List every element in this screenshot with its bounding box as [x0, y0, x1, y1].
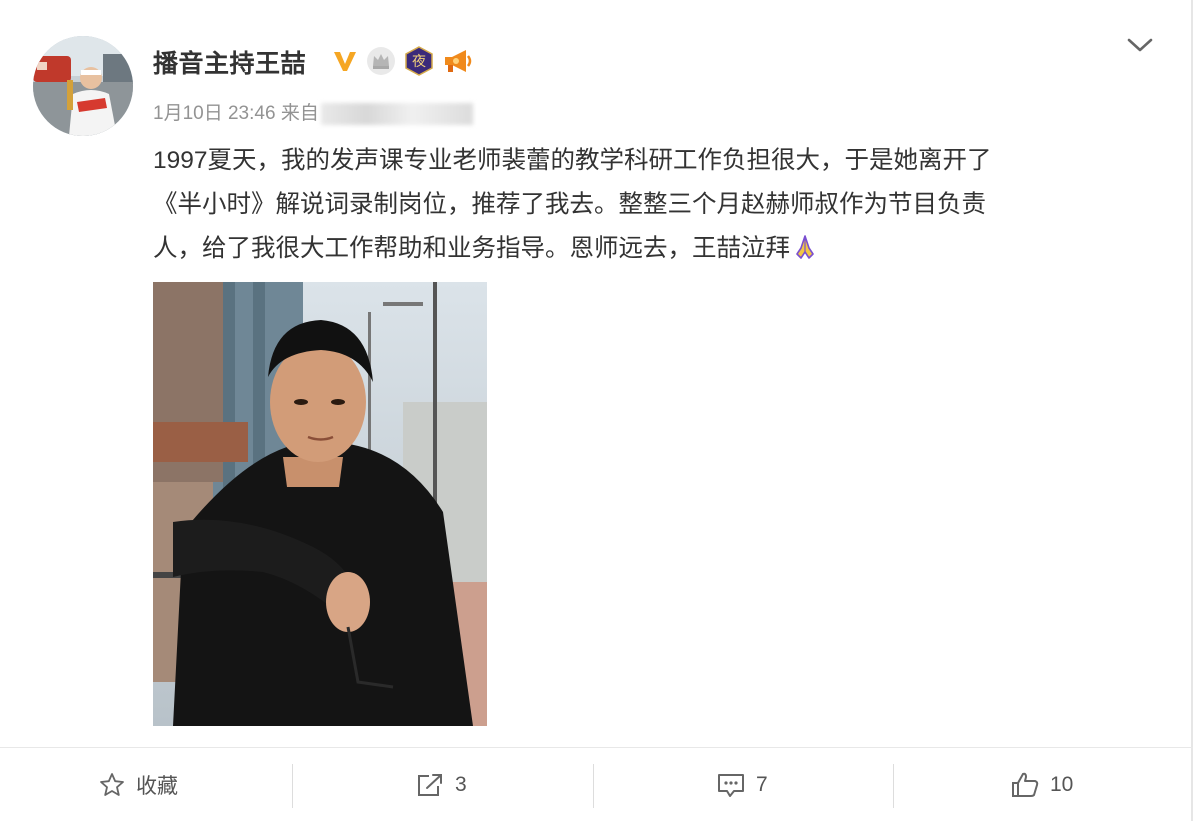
- comment-count: 7: [756, 772, 768, 796]
- thumbs-up-icon: [1012, 772, 1039, 797]
- praying-hands-icon: [794, 231, 816, 275]
- verified-v-icon[interactable]: [332, 48, 358, 74]
- weibo-post-card: 播音主持王喆 夜 1月10日 23:46 来自 1997夏天，我的发声课专业老师…: [0, 0, 1193, 821]
- like-count: 10: [1050, 772, 1074, 796]
- comment-button[interactable]: 7: [716, 748, 768, 821]
- post-photo-portrait: [153, 282, 487, 726]
- post-text-line: 1997夏天，我的发声课专业老师裴蕾的教学科研工作负担很大，于是她离开了: [153, 147, 992, 174]
- action-separator: [292, 764, 293, 808]
- avatar-image: [33, 36, 133, 136]
- post-menu-chevron-down-icon[interactable]: [1125, 34, 1155, 56]
- star-icon: [100, 772, 124, 796]
- post-text-line: 《半小时》解说词录制岗位，推荐了我去。整整三个月赵赫师叔作为节目负责: [153, 191, 986, 218]
- megaphone-icon[interactable]: [442, 46, 474, 76]
- post-source-prefix: 来自: [280, 103, 319, 124]
- action-separator: [893, 764, 894, 808]
- author-name[interactable]: 播音主持王喆: [153, 44, 306, 80]
- post-text: 1997夏天，我的发声课专业老师裴蕾的教学科研工作负担很大，于是她离开了 《半小…: [153, 139, 1133, 275]
- post-text-line-content: 人，给了我很大工作帮助和业务指导。恩师远去，王喆泣拜: [153, 235, 790, 262]
- crown-icon[interactable]: [366, 46, 396, 76]
- post-timestamp[interactable]: 1月10日 23:46: [153, 103, 276, 124]
- repost-count: 3: [455, 772, 467, 796]
- author-badges: 夜: [332, 44, 474, 78]
- post-meta: 1月10日 23:46 来自: [153, 98, 473, 125]
- comment-icon: [718, 773, 744, 797]
- night-badge-text: 夜: [412, 54, 426, 70]
- action-separator: [593, 764, 594, 808]
- night-badge-icon[interactable]: 夜: [404, 46, 434, 76]
- post-text-line: 人，给了我很大工作帮助和业务指导。恩师远去，王喆泣拜: [153, 227, 1133, 275]
- repost-button[interactable]: 3: [415, 748, 467, 821]
- post-source-blurred: [320, 102, 473, 125]
- share-icon: [418, 773, 442, 796]
- favorite-label: 收藏: [136, 774, 178, 798]
- like-button[interactable]: 10: [1010, 748, 1073, 821]
- post-image[interactable]: [153, 282, 487, 726]
- author-avatar[interactable]: [33, 36, 133, 136]
- post-actions-bar: 收藏 3 7 10: [0, 748, 1193, 821]
- favorite-button[interactable]: 收藏: [98, 748, 178, 821]
